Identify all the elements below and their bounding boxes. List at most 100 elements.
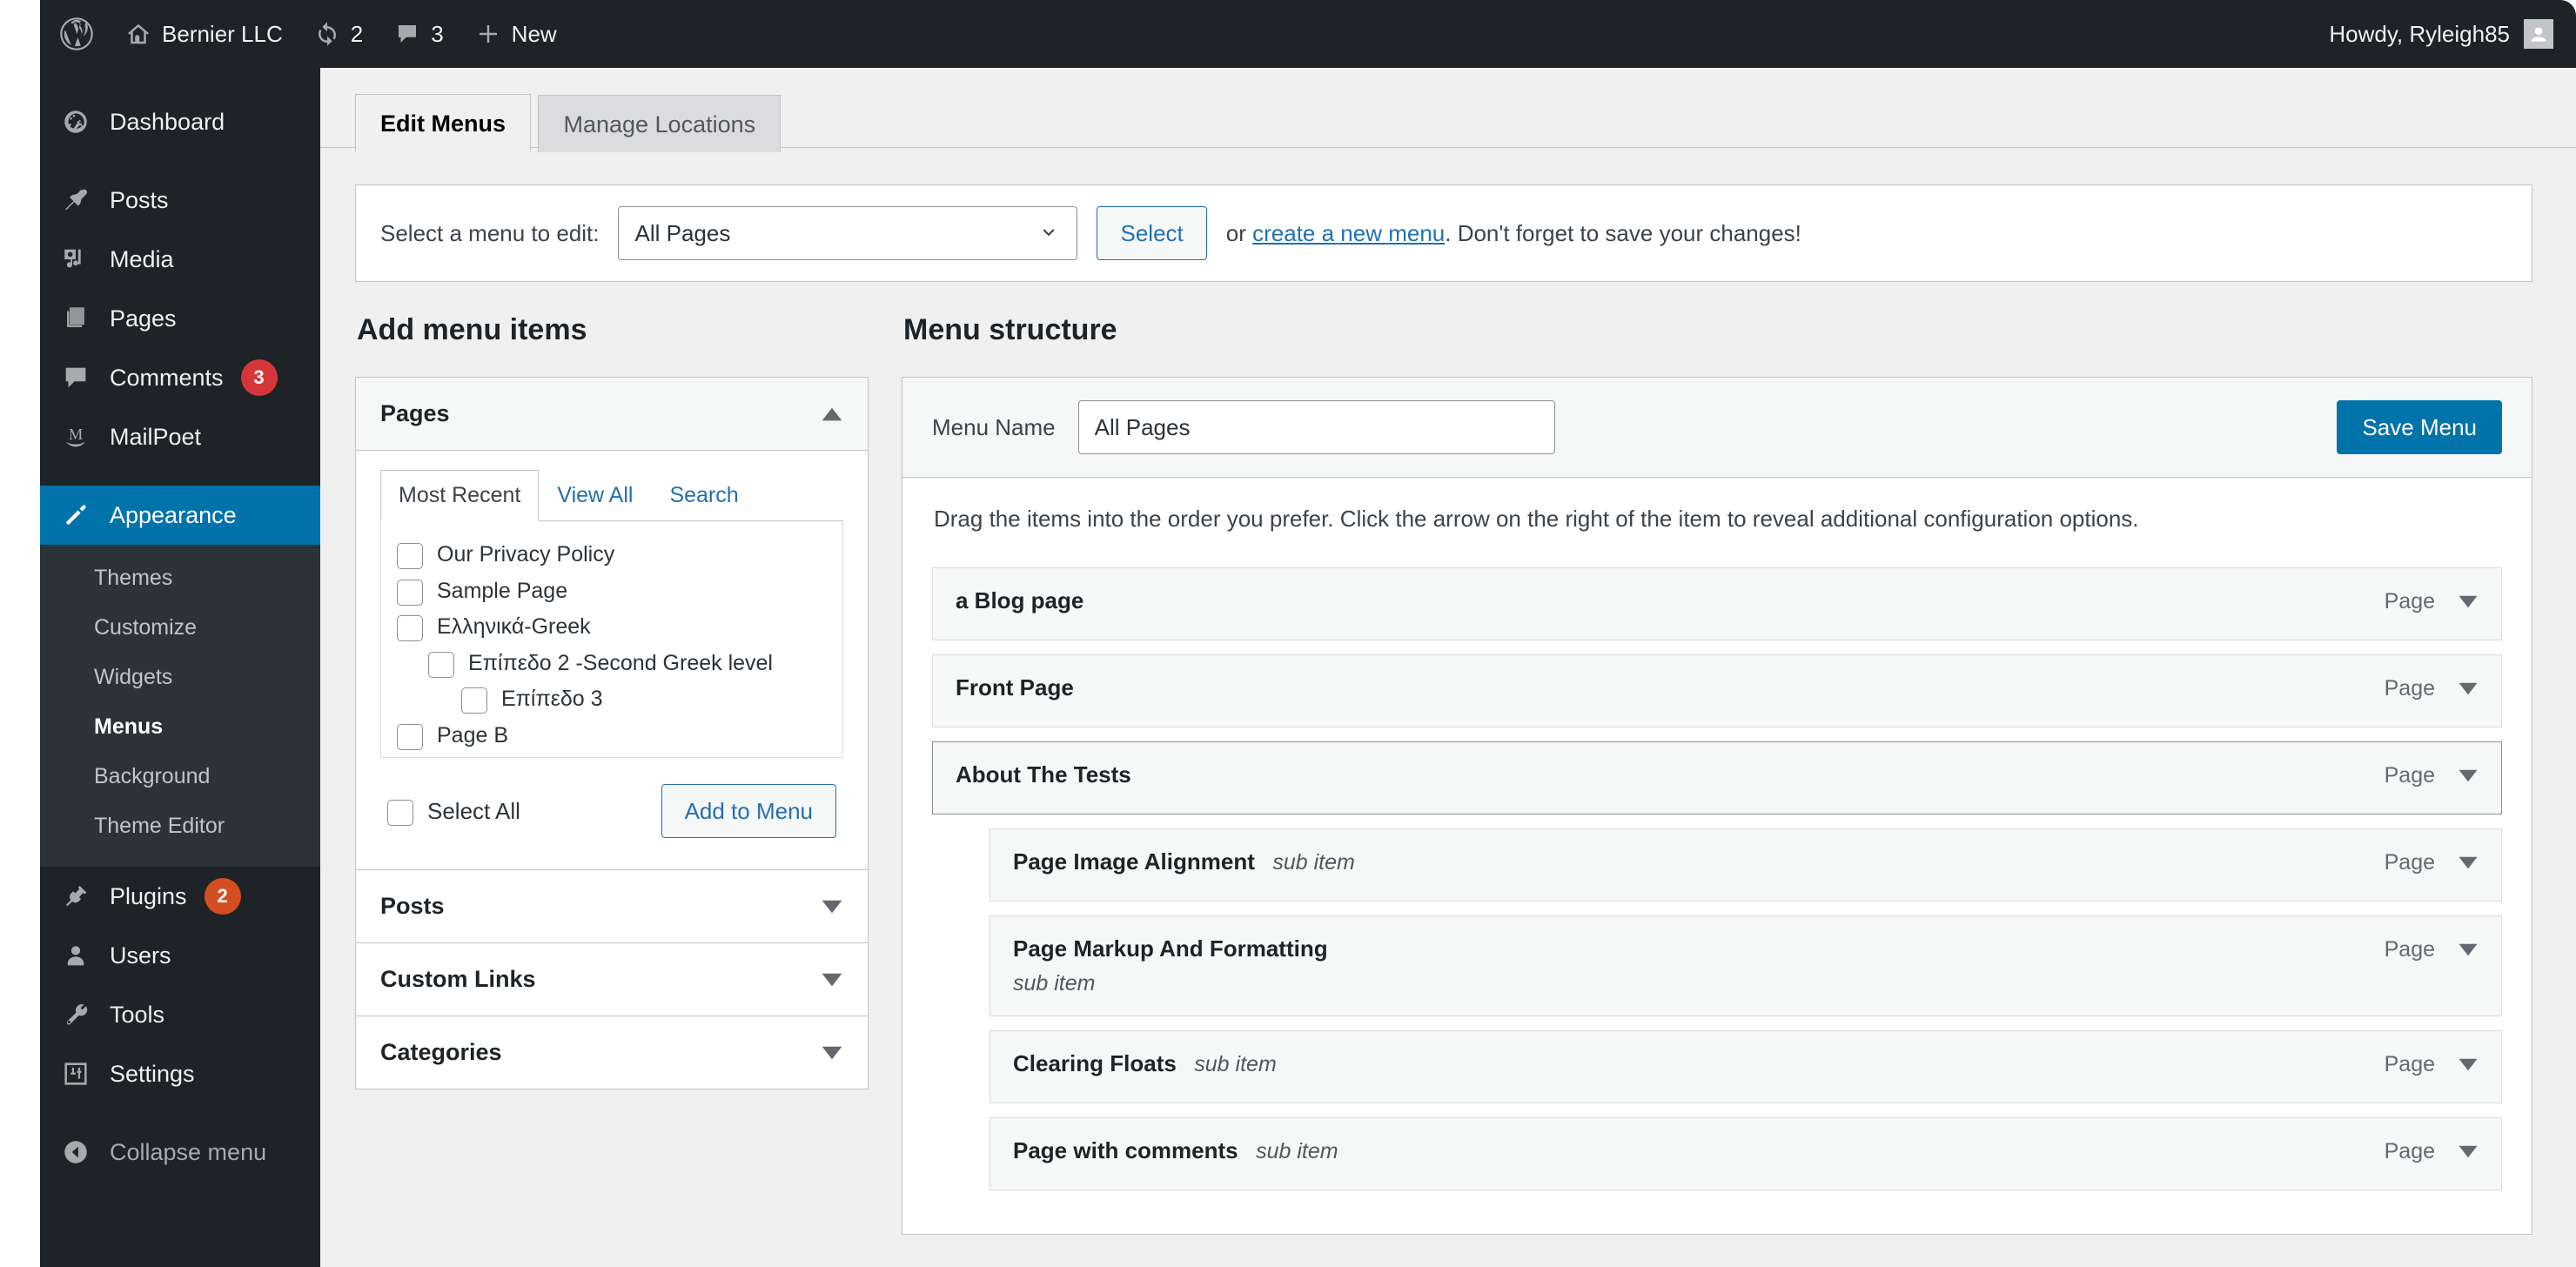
menu-separator [40,466,320,486]
tab-search[interactable]: Search [651,470,756,521]
sidebar-item-customize[interactable]: Customize [40,603,320,653]
accordion-header-categories[interactable]: Categories [356,1016,868,1089]
sidebar-item-label: Pages [110,305,177,332]
list-item[interactable]: Επίπεδο 3 [397,681,827,718]
pin-icon [59,185,92,215]
comment-icon [59,363,92,392]
sidebar-item-posts[interactable]: Posts [40,171,320,230]
caret-up-icon[interactable] [821,406,843,422]
pages-checkbox-list[interactable]: Our Privacy Policy Sample Page Ελληνικά-… [380,521,843,758]
accordion-header-pages[interactable]: Pages [356,378,868,451]
caret-down-icon[interactable] [2458,681,2479,696]
add-to-menu-button[interactable]: Add to Menu [661,784,836,838]
sidebar-item-mailpoet[interactable]: M MailPoet [40,407,320,466]
caret-down-icon[interactable] [2458,855,2479,870]
collapse-arrow-icon [59,1137,92,1167]
pages-list-footer: Select All Add to Menu [380,758,843,843]
add-menu-items-title: Add menu items [357,313,587,346]
select-all-checkbox[interactable] [387,800,413,826]
sidebar-item-label: Tools [110,1001,165,1028]
list-item[interactable]: Page A [397,754,827,757]
list-item[interactable]: Sample Page [397,573,827,610]
sidebar-item-appearance[interactable]: Appearance [40,486,320,545]
accordion-header-custom-links[interactable]: Custom Links [356,943,868,1016]
list-item[interactable]: Page B [397,718,827,754]
list-item[interactable]: Our Privacy Policy [397,537,827,573]
menu-item-subitem-label: sub item [1272,850,1355,875]
comments-menu[interactable]: 3 [379,0,459,68]
pages-inner-tabs: Most Recent View All Search [380,470,843,521]
sidebar-item-pages[interactable]: Pages [40,289,320,348]
sidebar-item-label: Settings [110,1060,195,1087]
table-row[interactable]: Clearing Floats sub item Page [989,1030,2502,1103]
page-checkbox[interactable] [428,651,454,678]
menu-structure-panel: Menu Name Save Menu Drag the items into … [902,377,2532,1235]
dont-forget-text: . Don't forget to save your changes! [1445,219,1801,246]
add-menu-items-column: Add menu items Pages Most Recent View Al… [355,313,869,1235]
save-menu-button[interactable]: Save Menu [2337,400,2502,454]
sidebar-item-menus[interactable]: Menus [40,702,320,752]
caret-down-icon[interactable] [2458,942,2479,957]
sidebar-item-settings[interactable]: Settings [40,1044,320,1103]
page-checkbox[interactable] [397,579,423,606]
caret-down-icon[interactable] [821,1045,843,1061]
tab-edit-menus[interactable]: Edit Menus [355,94,532,153]
sidebar-item-label: Media [110,245,174,272]
sidebar-item-label: Appearance [110,501,237,528]
table-row[interactable]: a Blog page Page [932,567,2502,640]
new-content-menu[interactable]: New [460,0,573,68]
page-checkbox[interactable] [397,615,423,641]
caret-down-icon[interactable] [821,899,843,915]
accordion-section-posts: Posts [356,869,868,942]
menu-name-input[interactable] [1077,400,1555,454]
my-account-menu[interactable]: Howdy, Ryleigh85 [2329,19,2576,49]
caret-down-icon[interactable] [2458,768,2479,783]
updates-icon [314,21,340,47]
table-row[interactable]: Page Image Alignment sub item Page [989,828,2502,902]
table-row[interactable]: Page with comments sub item Page [989,1117,2502,1190]
menu-item-subitem-label: sub item [1256,1139,1338,1163]
nav-tabs: Edit Menus Manage Locations [320,68,2576,153]
sidebar-item-label: Plugins [110,882,187,909]
page-checkbox[interactable] [397,723,423,750]
menu-item-type: Page [2384,1052,2435,1076]
menu-item-type: Page [2384,763,2435,788]
sidebar-item-label: Comments [110,364,224,391]
new-label: New [511,20,557,47]
updates-menu[interactable]: 2 [299,0,379,68]
page-label: Επίπεδο 3 [501,687,603,711]
page-checkbox[interactable] [461,687,487,714]
sidebar-item-media[interactable]: Media [40,230,320,289]
list-item[interactable]: Επίπεδο 2 -Second Greek level [397,646,827,682]
tab-view-all[interactable]: View All [539,470,651,521]
sidebar-item-collapse-menu[interactable]: Collapse menu [40,1123,320,1182]
svg-text:M: M [69,426,83,443]
sidebar-item-users[interactable]: Users [40,926,320,985]
create-new-menu-link[interactable]: create a new menu [1252,220,1445,246]
page-checkbox[interactable] [397,543,423,569]
sidebar-item-theme-editor[interactable]: Theme Editor [40,801,320,851]
sidebar-item-background[interactable]: Background [40,752,320,801]
sidebar-item-themes[interactable]: Themes [40,553,320,603]
caret-down-icon[interactable] [821,972,843,988]
table-row[interactable]: Page Markup And Formatting sub item Page [989,915,2502,1016]
accordion-header-posts[interactable]: Posts [356,870,868,942]
table-row[interactable]: Front Page Page [932,654,2502,727]
select-all-row[interactable]: Select All [387,796,520,826]
wp-logo-menu[interactable] [40,0,110,68]
caret-down-icon[interactable] [2458,1057,2479,1072]
tab-most-recent[interactable]: Most Recent [380,470,540,521]
menu-select[interactable]: All Pages [618,206,1078,260]
tab-manage-locations[interactable]: Manage Locations [538,95,782,153]
sidebar-item-plugins[interactable]: Plugins 2 [40,867,320,926]
list-item[interactable]: Ελληνικά-Greek [397,609,827,646]
table-row[interactable]: About The Tests Page [932,741,2502,814]
sidebar-item-dashboard[interactable]: Dashboard [40,92,320,151]
sidebar-item-comments[interactable]: Comments 3 [40,348,320,407]
select-button[interactable]: Select [1097,206,1207,260]
caret-down-icon[interactable] [2458,594,2479,609]
sidebar-item-widgets[interactable]: Widgets [40,653,320,702]
site-name-menu[interactable]: Bernier LLC [110,0,299,68]
caret-down-icon[interactable] [2458,1144,2479,1159]
sidebar-item-tools[interactable]: Tools [40,985,320,1044]
